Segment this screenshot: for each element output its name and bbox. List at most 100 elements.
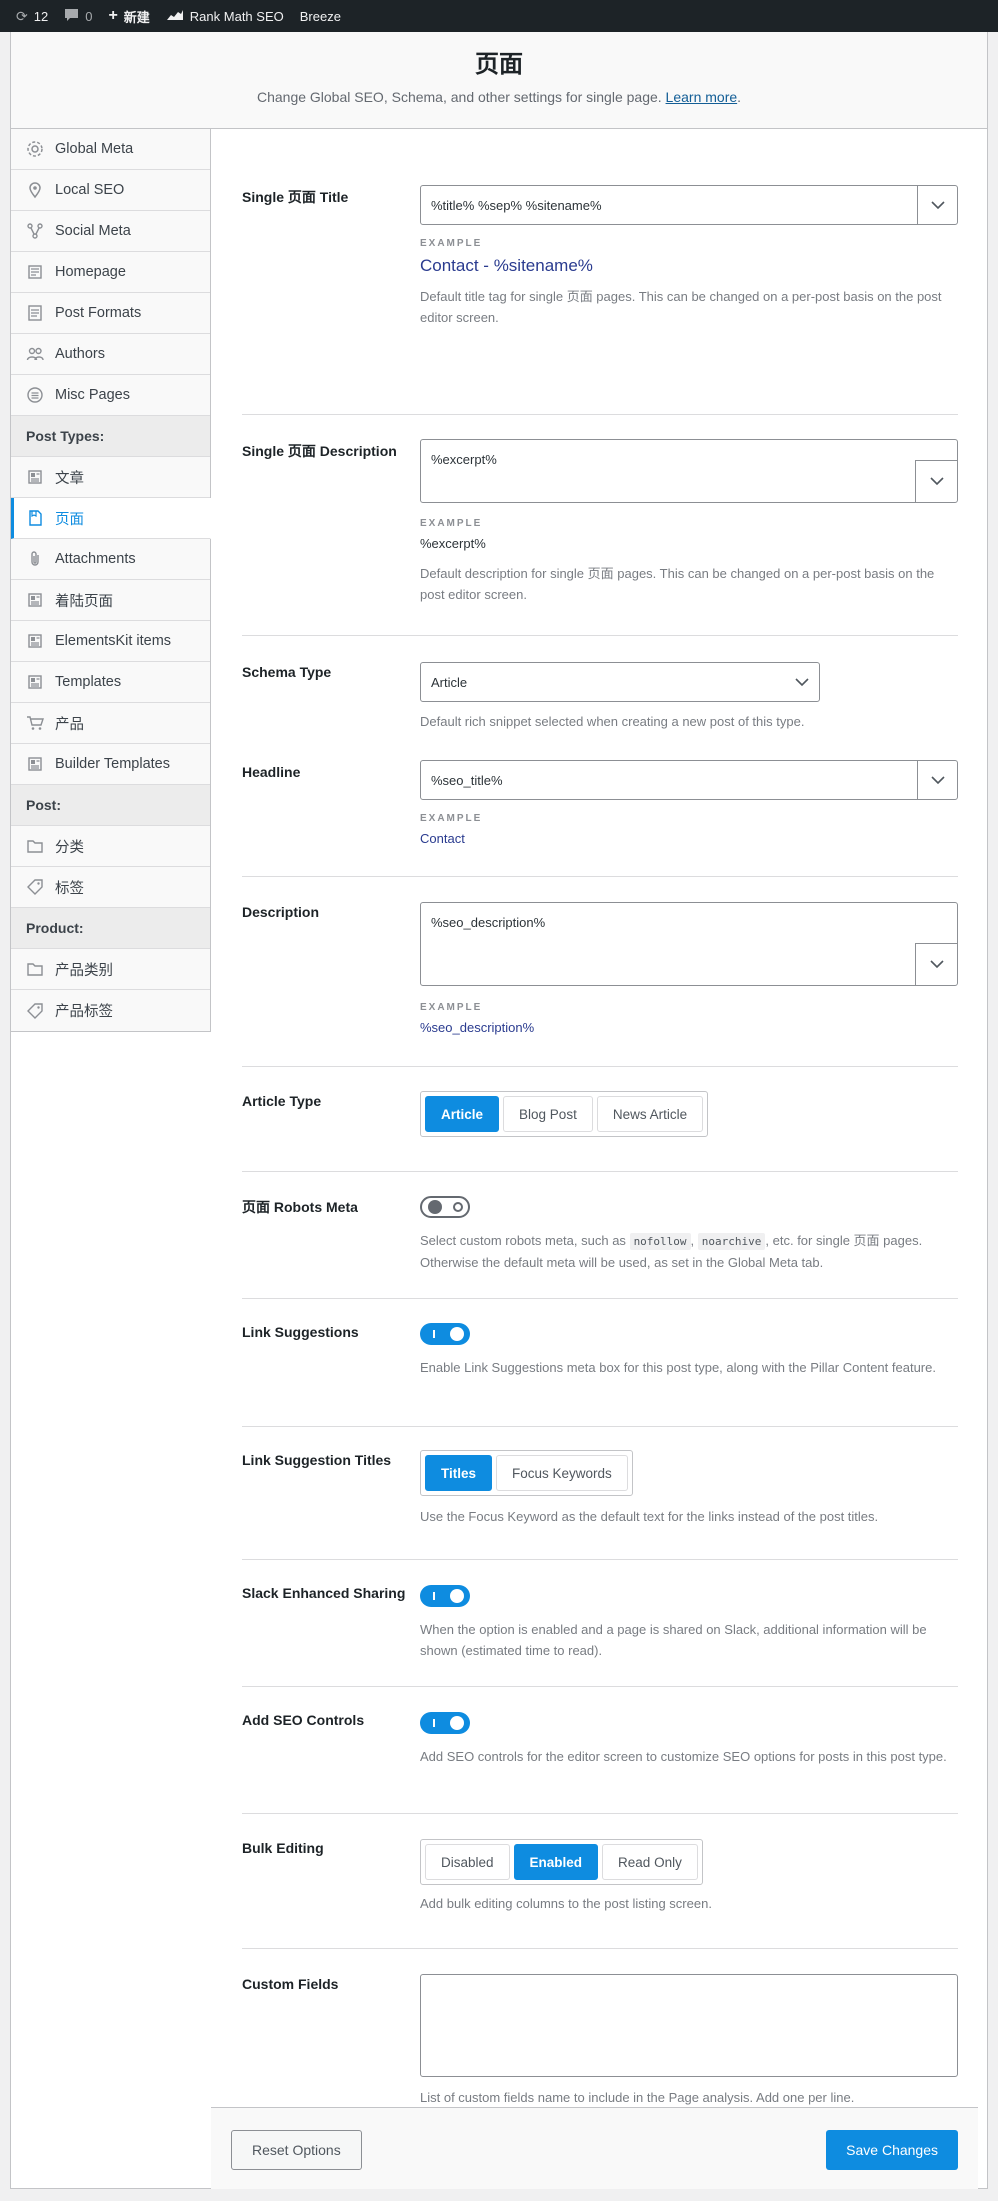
link-suggestions-toggle[interactable] bbox=[420, 1323, 470, 1345]
breeze-label: Breeze bbox=[299, 8, 341, 24]
comments-menu[interactable]: 0 bbox=[56, 0, 100, 32]
list-icon bbox=[26, 386, 44, 404]
field-label: Article Type bbox=[242, 1093, 322, 1109]
description-textarea[interactable]: %excerpt% bbox=[420, 439, 958, 503]
sidebar-item-homepage[interactable]: Homepage bbox=[11, 252, 210, 293]
new-label: 新建 bbox=[123, 9, 150, 25]
sidebar-item-local-seo[interactable]: Local SEO bbox=[11, 170, 210, 211]
toggle-off-indicator bbox=[453, 1202, 463, 1212]
sidebar-item-label: 产品标签 bbox=[55, 1004, 113, 1020]
link-titles-option-focus-keywords[interactable]: Focus Keywords bbox=[496, 1455, 628, 1491]
plus-icon: + bbox=[108, 7, 118, 24]
rankmath-menu[interactable]: Rank Math SEO bbox=[158, 0, 292, 32]
headline-example: Contact bbox=[420, 831, 465, 846]
sidebar-item-label: 产品类别 bbox=[55, 962, 113, 979]
field-body: %seo_description% EXAMPLE %seo_descripti… bbox=[420, 902, 958, 1035]
schema-type-value: Article bbox=[431, 674, 468, 690]
page-icon bbox=[26, 509, 44, 527]
sidebar-item-post-formats[interactable]: Post Formats bbox=[11, 293, 210, 334]
sidebar-item-builder-templates[interactable]: Builder Templates bbox=[11, 744, 210, 785]
bulk-editing-enabled[interactable]: Enabled bbox=[513, 1844, 599, 1880]
sidebar-item-categories[interactable]: 分类 bbox=[11, 826, 210, 867]
robots-code-nofollow: nofollow bbox=[629, 1233, 691, 1250]
page-description-text: Change Global SEO, Schema, and other set… bbox=[256, 89, 662, 105]
description-example: %excerpt% bbox=[420, 536, 486, 551]
bulk-editing-disabled[interactable]: Disabled bbox=[425, 1844, 510, 1880]
post-icon bbox=[26, 468, 44, 486]
map-pin-icon bbox=[26, 181, 44, 199]
field-headline: Headline %seo_title% EXAMPLE Contact bbox=[242, 746, 958, 877]
sidebar-item-product-tags[interactable]: 产品标签 bbox=[11, 990, 210, 1031]
link-titles-option-titles[interactable]: Titles bbox=[425, 1455, 493, 1491]
learn-more-link[interactable]: Learn more bbox=[666, 89, 738, 105]
sidebar-item-product-categories[interactable]: 产品类别 bbox=[11, 949, 210, 990]
home-icon bbox=[26, 263, 44, 281]
post-icon bbox=[26, 673, 44, 691]
headline-input[interactable]: %seo_title% bbox=[420, 760, 958, 800]
variables-dropdown-button[interactable] bbox=[915, 460, 957, 502]
field-link-suggestion-titles: Link Suggestion Titles Titles Focus Keyw… bbox=[242, 1427, 958, 1560]
page-title: 页面 bbox=[475, 51, 523, 78]
field-schema-description: Description %seo_description% EXAMPLE %s… bbox=[242, 877, 958, 1067]
updates-menu[interactable]: ⟳ 12 bbox=[8, 0, 56, 32]
variables-dropdown-button[interactable] bbox=[915, 943, 957, 985]
field-body: %seo_title% EXAMPLE Contact bbox=[420, 760, 958, 846]
breeze-menu[interactable]: Breeze bbox=[292, 0, 349, 32]
field-body: When the option is enabled and a page is… bbox=[420, 1585, 958, 1661]
sidebar-item-authors[interactable]: Authors bbox=[11, 334, 210, 375]
schema-type-select[interactable]: Article bbox=[420, 662, 820, 702]
description-help: Default description for single 页面 pages.… bbox=[420, 566, 935, 602]
reset-options-button[interactable]: Reset Options bbox=[231, 2130, 362, 2170]
field-slack-sharing: Slack Enhanced Sharing When the option i… bbox=[242, 1560, 958, 1687]
sidebar-item-misc-pages[interactable]: Misc Pages bbox=[11, 375, 210, 416]
cart-icon bbox=[26, 714, 44, 732]
sidebar-item-social-meta[interactable]: Social Meta bbox=[11, 211, 210, 252]
chevron-down-icon bbox=[930, 198, 945, 213]
sidebar-item-landing-pages[interactable]: 着陆页面 bbox=[11, 580, 210, 621]
title-input[interactable]: %title% %sep% %sitename% bbox=[420, 185, 958, 225]
sidebar-item-label: 产品 bbox=[55, 716, 84, 733]
sidebar-item-tags[interactable]: 标签 bbox=[11, 867, 210, 908]
field-bulk-editing: Bulk Editing Disabled Enabled Read Only … bbox=[242, 1814, 958, 1949]
field-label: Link Suggestion Titles bbox=[242, 1452, 392, 1468]
robots-desc-comma: , bbox=[690, 1233, 695, 1248]
folder-icon bbox=[26, 837, 44, 855]
sidebar-item-elementskit-items[interactable]: ElementsKit items bbox=[11, 621, 210, 662]
comments-count: 0 bbox=[85, 8, 93, 24]
gear-icon bbox=[26, 140, 44, 158]
sidebar-item-products[interactable]: 产品 bbox=[11, 703, 210, 744]
custom-fields-textarea[interactable] bbox=[420, 1974, 958, 2077]
settings-sidebar: Global Meta Local SEO Social Meta Homepa… bbox=[11, 129, 211, 1032]
field-body: Enable Link Suggestions meta box for thi… bbox=[420, 1323, 958, 1378]
article-type-article[interactable]: Article bbox=[425, 1096, 500, 1132]
sidebar-item-posts[interactable]: 文章 bbox=[11, 457, 210, 498]
field-body: Article Default rich snippet selected wh… bbox=[420, 662, 958, 732]
sidebar-item-label: Post Formats bbox=[55, 305, 142, 321]
sidebar-item-pages[interactable]: 页面 bbox=[11, 498, 211, 539]
example-label: EXAMPLE bbox=[420, 813, 483, 824]
sidebar-item-attachments[interactable]: Attachments bbox=[11, 539, 210, 580]
bulk-editing-read-only[interactable]: Read Only bbox=[602, 1844, 698, 1880]
refresh-icon: ⟳ bbox=[16, 7, 28, 24]
sidebar-item-templates[interactable]: Templates bbox=[11, 662, 210, 703]
field-label: 页面 Robots Meta bbox=[242, 1199, 358, 1215]
save-changes-button[interactable]: Save Changes bbox=[826, 2130, 958, 2170]
robots-meta-toggle[interactable] bbox=[420, 1196, 470, 1218]
variables-dropdown-button[interactable] bbox=[917, 761, 957, 799]
slack-sharing-toggle[interactable] bbox=[420, 1585, 470, 1607]
seo-controls-toggle[interactable] bbox=[420, 1712, 470, 1734]
schema-description-textarea[interactable]: %seo_description% bbox=[420, 902, 958, 986]
toggle-on-indicator bbox=[433, 1330, 435, 1338]
settings-footer: Reset Options Save Changes bbox=[211, 2107, 978, 2189]
field-label: Description bbox=[242, 904, 320, 920]
sidebar-item-label: Authors bbox=[55, 346, 105, 362]
new-content-menu[interactable]: + 新建 bbox=[100, 0, 157, 32]
chevron-down-icon bbox=[930, 773, 945, 788]
article-type-group: Article Blog Post News Article bbox=[420, 1091, 709, 1137]
sidebar-item-label: 页面 bbox=[55, 511, 84, 528]
variables-dropdown-button[interactable] bbox=[917, 186, 957, 224]
article-type-news-article[interactable]: News Article bbox=[596, 1096, 704, 1132]
sidebar-item-label: Builder Templates bbox=[55, 756, 170, 772]
article-type-blog-post[interactable]: Blog Post bbox=[503, 1096, 593, 1132]
sidebar-item-global-meta[interactable]: Global Meta bbox=[11, 129, 210, 170]
